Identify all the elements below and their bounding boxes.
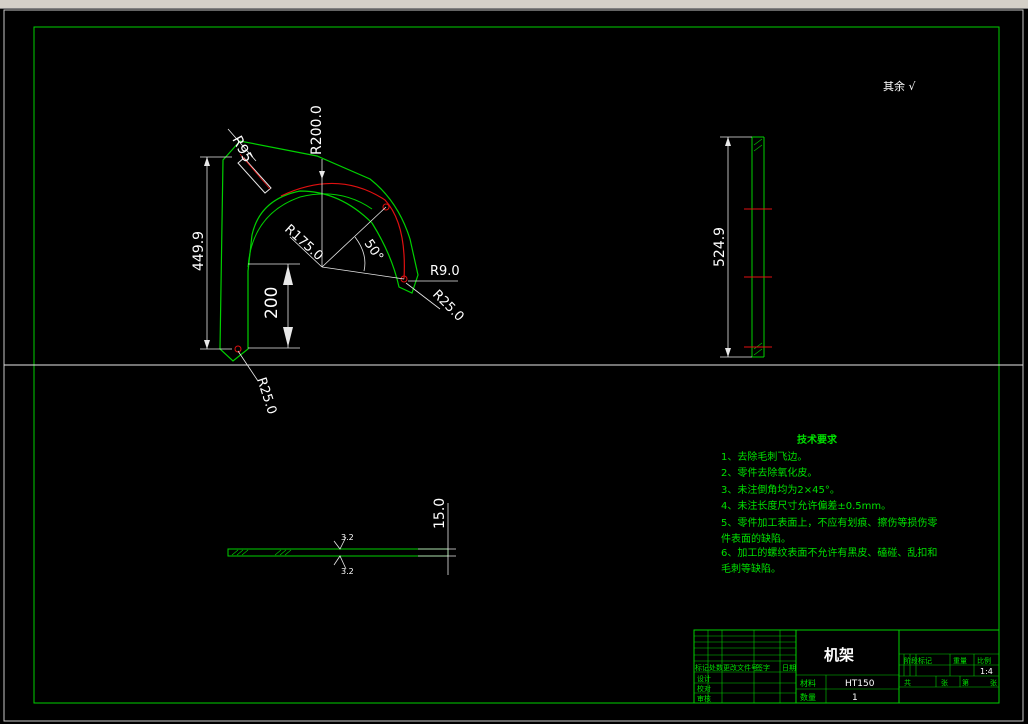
rough-top: 3.2 xyxy=(341,533,354,542)
scale-value: 1:4 xyxy=(980,667,993,676)
quantity-value: 1 xyxy=(852,693,858,703)
tech-item-5b: 件表面的缺陷。 xyxy=(721,532,791,545)
tb-label-design: 设计 xyxy=(697,674,711,683)
dim-524: 524.9 xyxy=(712,227,728,267)
tech-item-6b: 毛刺等缺陷。 xyxy=(721,562,781,575)
tb-label-sheet: 张 xyxy=(941,678,948,687)
tech-item-5: 5、零件加工表面上，不应有划痕、擦伤等损伤零 xyxy=(721,516,937,529)
tb-label-check: 校对 xyxy=(697,684,711,693)
tb-label-total: 共 xyxy=(904,678,911,687)
tech-requirements: 技术要求 1、去除毛刺飞边。 2、零件去除氧化皮。 3、未注倒角均为2×45°。… xyxy=(721,433,937,575)
roughness-note: 其余 √ xyxy=(883,79,916,93)
tb-label-quantity: 数量 xyxy=(800,692,816,702)
dim-r25-bottom: R25.0 xyxy=(253,376,279,417)
front-view xyxy=(200,128,458,382)
tb-label-count: 处数 xyxy=(709,663,723,672)
tb-label-scale: 比例 xyxy=(977,656,991,665)
drawing-canvas[interactable]: 其余 √ R95 R200.0 R175.0 50° R9.0 R25.0 R2… xyxy=(0,9,1028,724)
tb-label-material: 材料 xyxy=(800,678,816,688)
dim-thickness: 15.0 xyxy=(432,498,448,529)
tb-label-weight: 重量 xyxy=(953,657,967,665)
tb-label-stage: 阶段标记 xyxy=(904,656,932,665)
dim-r200: R200.0 xyxy=(309,105,325,155)
tb-label-page-unit: 张 xyxy=(990,678,997,687)
tech-item-6: 6、加工的螺纹表面不允许有黑皮、磕碰、乱扣和 xyxy=(721,546,937,559)
part-name: 机架 xyxy=(824,646,854,664)
tech-item-3: 3、未注倒角均为2×45°。 xyxy=(721,483,840,496)
tb-label-sign: 签字 xyxy=(756,663,770,672)
tech-item-1: 1、去除毛刺飞边。 xyxy=(721,450,807,463)
tb-label-mark: 标记 xyxy=(695,663,709,672)
tb-label-review: 审核 xyxy=(697,694,711,703)
tech-item-4: 4、未注长度尺寸允许偏差±0.5mm。 xyxy=(721,499,891,512)
dim-r25-right: R25.0 xyxy=(429,287,466,324)
dim-200: 200 xyxy=(262,287,282,319)
tb-label-page: 第 xyxy=(962,678,969,687)
tb-label-file-no: 更改文件号 xyxy=(723,663,758,672)
tech-title: 技术要求 xyxy=(797,433,838,446)
material-value: HT150 xyxy=(845,679,875,689)
dim-r9: R9.0 xyxy=(430,264,460,279)
tb-label-date: 日期 xyxy=(782,664,796,672)
dim-449: 449.9 xyxy=(191,231,207,271)
dim-r175: R175.0 xyxy=(281,222,325,264)
tech-item-2: 2、零件去除氧化皮。 xyxy=(721,466,817,479)
window-top-bar xyxy=(0,0,1028,9)
rough-bottom: 3.2 xyxy=(341,567,354,576)
